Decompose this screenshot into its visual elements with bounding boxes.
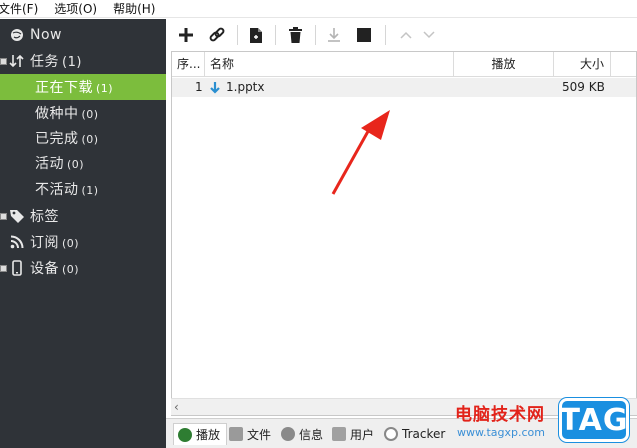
sidebar-item-count: (1) <box>62 55 82 70</box>
sidebar-item-label: 活动 <box>35 156 64 172</box>
sidebar-item-tags[interactable]: 标签 <box>0 203 166 229</box>
watermark-logo: TAG <box>559 398 629 442</box>
sidebar-item-label: 任务 <box>30 54 59 70</box>
sidebar-item-label: 标签 <box>30 209 59 225</box>
column-name[interactable]: 名称 <box>205 52 454 77</box>
sidebar-item-label: 已完成 <box>35 131 79 147</box>
toolbar-separator <box>237 25 238 45</box>
link-icon[interactable] <box>207 26 227 44</box>
play-tab-icon <box>178 427 192 442</box>
download-icon[interactable] <box>324 26 344 44</box>
sidebar-item-count: (1) <box>96 82 114 95</box>
sidebar-item-count: (0) <box>81 108 99 121</box>
sidebar-item-count: (0) <box>62 237 80 250</box>
tab-label: Tracker <box>402 427 446 441</box>
column-play[interactable]: 播放 <box>454 52 554 77</box>
tab-peers[interactable]: 用户 <box>332 423 374 445</box>
watermark-url: www.tagxp.com <box>457 426 545 439</box>
sidebar-item-now[interactable]: Now <box>0 22 166 48</box>
sidebar: Now 任务 (1) 正在下载 (1) 做种中 (0) 已完成 (0) 活动 (0) 不活… <box>0 19 166 448</box>
row-seq: 1 <box>195 80 203 94</box>
rss-icon <box>9 234 25 250</box>
sidebar-item-seeding[interactable]: 做种中 (0) <box>0 100 166 126</box>
sidebar-item-count: (0) <box>62 263 80 276</box>
watermark: 电脑技术网 www.tagxp.com TAG <box>455 398 637 448</box>
arrow-down-icon[interactable] <box>419 26 439 44</box>
sidebar-item-count: (1) <box>81 184 99 197</box>
sidebar-item-label: 不活动 <box>35 182 79 198</box>
sidebar-item-label: 做种中 <box>35 106 79 122</box>
plus-icon[interactable] <box>176 26 196 44</box>
info-icon <box>281 427 295 441</box>
row-size: 509 KB <box>562 80 605 94</box>
sidebar-item-label: 订阅 <box>30 235 59 251</box>
sidebar-item-devices[interactable]: 设备 (0) <box>0 255 166 281</box>
menu-options[interactable]: 选项(O) <box>54 0 97 17</box>
toolbar <box>166 19 637 51</box>
sidebar-item-active[interactable]: 活动 (0) <box>0 150 166 176</box>
arrow-up-icon[interactable] <box>396 26 416 44</box>
sidebar-item-tasks[interactable]: 任务 (1) <box>0 48 166 74</box>
users-icon <box>332 427 346 441</box>
scroll-left-icon[interactable]: ‹ <box>174 400 179 414</box>
expand-toggle-icon[interactable] <box>0 265 7 272</box>
table-row[interactable]: 1 1.pptx 509 KB <box>172 78 636 97</box>
expand-toggle-icon[interactable] <box>0 58 7 65</box>
phone-icon <box>9 260 25 276</box>
menu-file[interactable]: 文件(F) <box>0 0 38 17</box>
folder-icon <box>229 427 243 441</box>
toolbar-separator <box>385 25 386 45</box>
sidebar-item-count: (0) <box>81 133 99 146</box>
sidebar-item-downloading[interactable]: 正在下载 (1) <box>0 74 166 100</box>
tab-files[interactable]: 文件 <box>229 423 271 445</box>
tab-label: 文件 <box>247 427 272 442</box>
list-header: 序... 名称 播放 大小 <box>172 52 636 77</box>
sidebar-item-label: 设备 <box>30 261 59 277</box>
tab-label: 用户 <box>350 427 375 442</box>
sidebar-item-completed[interactable]: 已完成 (0) <box>0 125 166 151</box>
tab-play[interactable]: 播放 <box>173 423 228 445</box>
column-size[interactable]: 大小 <box>554 52 611 77</box>
sidebar-item-feeds[interactable]: 订阅 (0) <box>0 229 166 255</box>
tab-label: 信息 <box>299 427 324 442</box>
download-arrow-icon <box>209 81 221 100</box>
torrent-list: 序... 名称 播放 大小 1 1.pptx 509 KB <box>171 51 637 416</box>
tab-tracker[interactable]: Tracker <box>384 423 445 445</box>
transfer-arrows-icon <box>9 53 25 69</box>
file-add-icon[interactable] <box>246 26 266 44</box>
tracker-icon <box>384 427 398 441</box>
red-arrow-annotation <box>331 110 390 195</box>
toolbar-separator <box>315 25 316 45</box>
sidebar-item-inactive[interactable]: 不活动 (1) <box>0 176 166 202</box>
menu-help[interactable]: 帮助(H) <box>113 0 155 17</box>
sidebar-item-count: (0) <box>67 158 85 171</box>
app-window: 文件(F) 选项(O) 帮助(H) Now 任务 (1) 正在下载 (1) 做种中(… <box>0 0 637 448</box>
sidebar-item-label: Now <box>30 27 62 43</box>
tab-label: 播放 <box>196 428 221 442</box>
stop-icon[interactable] <box>354 26 374 44</box>
tab-info[interactable]: 信息 <box>281 423 323 445</box>
sidebar-item-label: 正在下载 <box>35 80 93 96</box>
tag-icon <box>9 208 25 224</box>
watermark-text: 电脑技术网 <box>455 405 545 425</box>
trash-icon[interactable] <box>285 26 305 44</box>
expand-toggle-icon[interactable] <box>0 213 7 220</box>
column-seq[interactable]: 序... <box>172 52 205 77</box>
menu-bar: 文件(F) 选项(O) 帮助(H) <box>0 0 637 18</box>
globe-icon <box>9 27 25 43</box>
row-name: 1.pptx <box>226 80 265 94</box>
toolbar-separator <box>275 25 276 45</box>
